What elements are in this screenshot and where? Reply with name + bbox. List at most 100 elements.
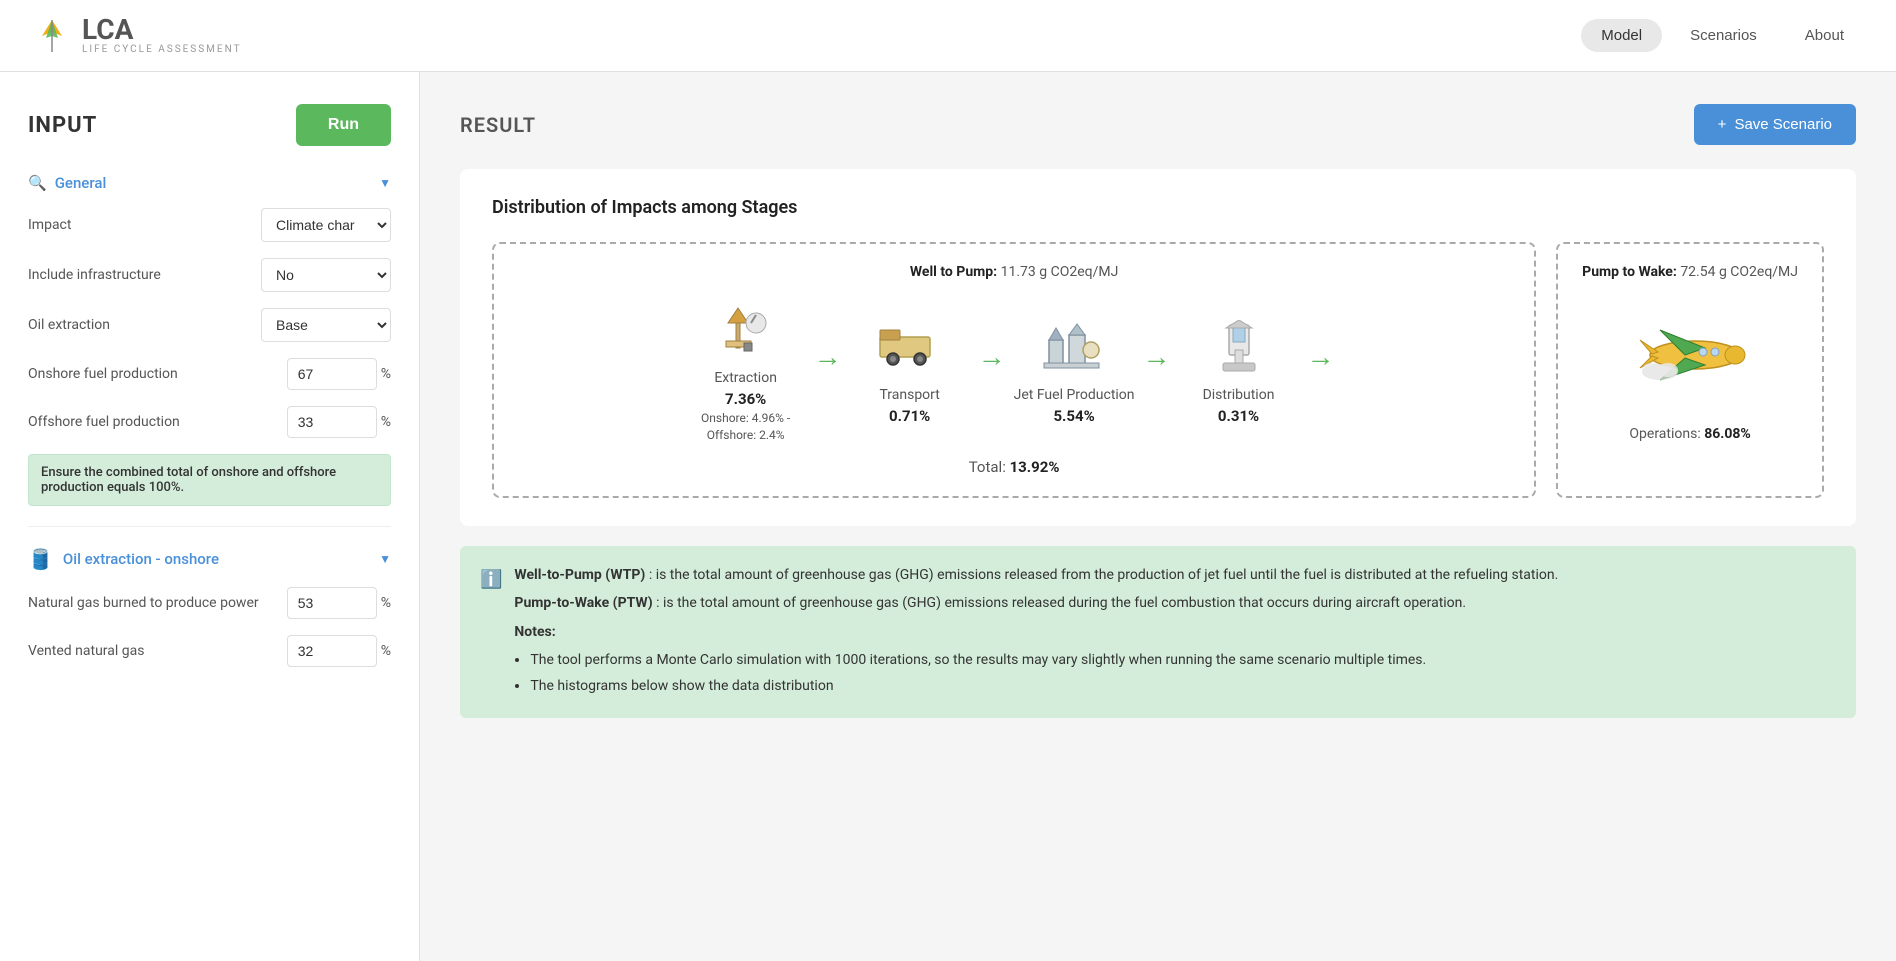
wtp-value: 11.73 g CO2eq/MJ [1001,264,1119,280]
wtp-def-label: Well-to-Pump (WTP) [514,567,645,583]
nav-model[interactable]: Model [1581,19,1662,52]
extraction-sub2: Offshore: 2.4% [707,428,785,442]
distribution-title: Distribution of Impacts among Stages [492,197,1824,218]
offshore-fuel-input-group: % [287,406,391,438]
ptw-def-label: Pump-to-Wake (PTW) [514,595,652,611]
plus-icon: + [1718,116,1727,133]
arrow-1: → [814,340,842,373]
wtp-box: Well to Pump: 11.73 g CO2eq/MJ [492,242,1536,498]
jet-fuel-pct: 5.54% [1053,407,1094,425]
distribution-name: Distribution [1203,387,1275,403]
natural-gas-pct-symbol: % [381,595,391,611]
app-header: LCA LIFE CYCLE ASSESSMENT Model Scenario… [0,0,1896,72]
transport-stage: Transport 0.71% [850,317,970,425]
onshore-section-header[interactable]: 🛢️ Oil extraction - onshore ▼ [28,547,391,571]
info-icon: ℹ️ [480,566,502,595]
distribution-card: Distribution of Impacts among Stages Wel… [460,169,1856,526]
transport-icon [875,317,945,377]
transport-name: Transport [879,387,939,403]
result-header: RESULT + Save Scenario [460,104,1856,145]
nav-scenarios[interactable]: Scenarios [1670,19,1777,52]
impact-label: Impact [28,217,261,233]
onshore-fuel-input-group: % [287,358,391,390]
vented-gas-input-group: % [287,635,391,667]
logo-subtitle-text: LIFE CYCLE ASSESSMENT [82,44,242,55]
logo: LCA LIFE CYCLE ASSESSMENT [32,16,242,56]
save-scenario-button[interactable]: + Save Scenario [1694,104,1856,145]
natural-gas-row: Natural gas burned to produce power % [28,587,391,619]
distribution-icon [1211,317,1266,377]
ptw-operations: Operations: 86.08% [1629,426,1750,442]
note-1: The tool performs a Monte Carlo simulati… [530,649,1558,671]
vented-gas-pct-symbol: % [381,643,391,659]
save-scenario-label: Save Scenario [1734,116,1832,133]
info-content: Well-to-Pump (WTP) : is the total amount… [514,564,1558,700]
total-label: Total: [969,458,1006,476]
vented-gas-input[interactable] [287,635,377,667]
arrow-2: → [978,340,1006,373]
transport-pct: 0.71% [889,407,930,425]
jet-fuel-stage: Jet Fuel Production 5.54% [1014,317,1135,425]
main-layout: INPUT Run 🔍 General ▼ Impact Climate cha… [0,72,1896,961]
general-chevron-icon: ▼ [379,176,391,190]
vented-gas-row: Vented natural gas % [28,635,391,667]
natural-gas-input-group: % [287,587,391,619]
include-infra-select[interactable]: No Yes [261,258,391,292]
run-button[interactable]: Run [296,104,391,146]
include-infra-label: Include infrastructure [28,267,261,283]
input-title: INPUT [28,113,97,138]
stages-container: Well to Pump: 11.73 g CO2eq/MJ [492,242,1824,498]
nav: Model Scenarios About [1581,19,1864,52]
general-label: General [55,174,107,192]
lca-logo-icon [32,16,72,56]
impact-select[interactable]: Climate char [261,208,391,242]
ptw-title: Pump to Wake: 72.54 g CO2eq/MJ [1582,264,1798,280]
oil-extraction-row: Oil extraction Base [28,308,391,342]
oil-derrick-icon: 🛢️ [28,547,53,571]
wtp-title: Well to Pump: 11.73 g CO2eq/MJ [910,264,1118,280]
info-box: ℹ️ Well-to-Pump (WTP) : is the total amo… [460,546,1856,718]
nav-about[interactable]: About [1785,19,1864,52]
offshore-fuel-input[interactable] [287,406,377,438]
extraction-name: Extraction [714,370,777,386]
oil-extraction-label: Oil extraction [28,317,261,333]
natural-gas-label: Natural gas burned to produce power [28,595,287,611]
right-panel: RESULT + Save Scenario Distribution of I… [420,72,1896,961]
ptw-def-paragraph: Pump-to-Wake (PTW) : is the total amount… [514,592,1558,614]
plane-icon [1630,310,1750,406]
offshore-pct-symbol: % [381,414,391,430]
notes-heading: Notes: [514,624,555,640]
ptw-label: Pump to Wake: [1582,264,1677,280]
search-icon: 🔍 [28,174,47,192]
left-panel: INPUT Run 🔍 General ▼ Impact Climate cha… [0,72,420,961]
divider [28,526,391,527]
onshore-pct-symbol: % [381,366,391,382]
oil-extraction-select[interactable]: Base [261,308,391,342]
ptw-value: 72.54 g CO2eq/MJ [1680,264,1798,280]
notes-list: The tool performs a Monte Carlo simulati… [530,649,1558,697]
offshore-fuel-row: Offshore fuel production % [28,406,391,438]
notes-label: Notes: [514,621,1558,643]
vented-gas-label: Vented natural gas [28,643,287,659]
jet-fuel-icon [1039,317,1109,377]
logo-lca-text: LCA [82,16,242,44]
logo-text: LCA LIFE CYCLE ASSESSMENT [82,16,242,55]
stages-row: Extraction 7.36% Onshore: 4.96% - Offsho… [686,300,1343,442]
operations-label: Operations: [1629,426,1700,442]
operations-value: 86.08% [1704,426,1751,442]
onshore-section-left: 🛢️ Oil extraction - onshore [28,547,219,571]
extraction-icon [716,300,776,360]
distribution-stage: Distribution 0.31% [1179,317,1299,425]
result-title: RESULT [460,113,536,137]
arrow-3: → [1143,340,1171,373]
onshore-fuel-input[interactable] [287,358,377,390]
offshore-fuel-label: Offshore fuel production [28,414,287,430]
total-value: 13.92% [1010,458,1060,476]
general-section-left: 🔍 General [28,174,106,192]
total-row: Total: 13.92% [969,458,1060,476]
onshore-fuel-label: Onshore fuel production [28,366,287,382]
general-section-header[interactable]: 🔍 General ▼ [28,174,391,192]
natural-gas-input[interactable] [287,587,377,619]
input-header: INPUT Run [28,104,391,146]
note-2: The histograms below show the data distr… [530,675,1558,697]
